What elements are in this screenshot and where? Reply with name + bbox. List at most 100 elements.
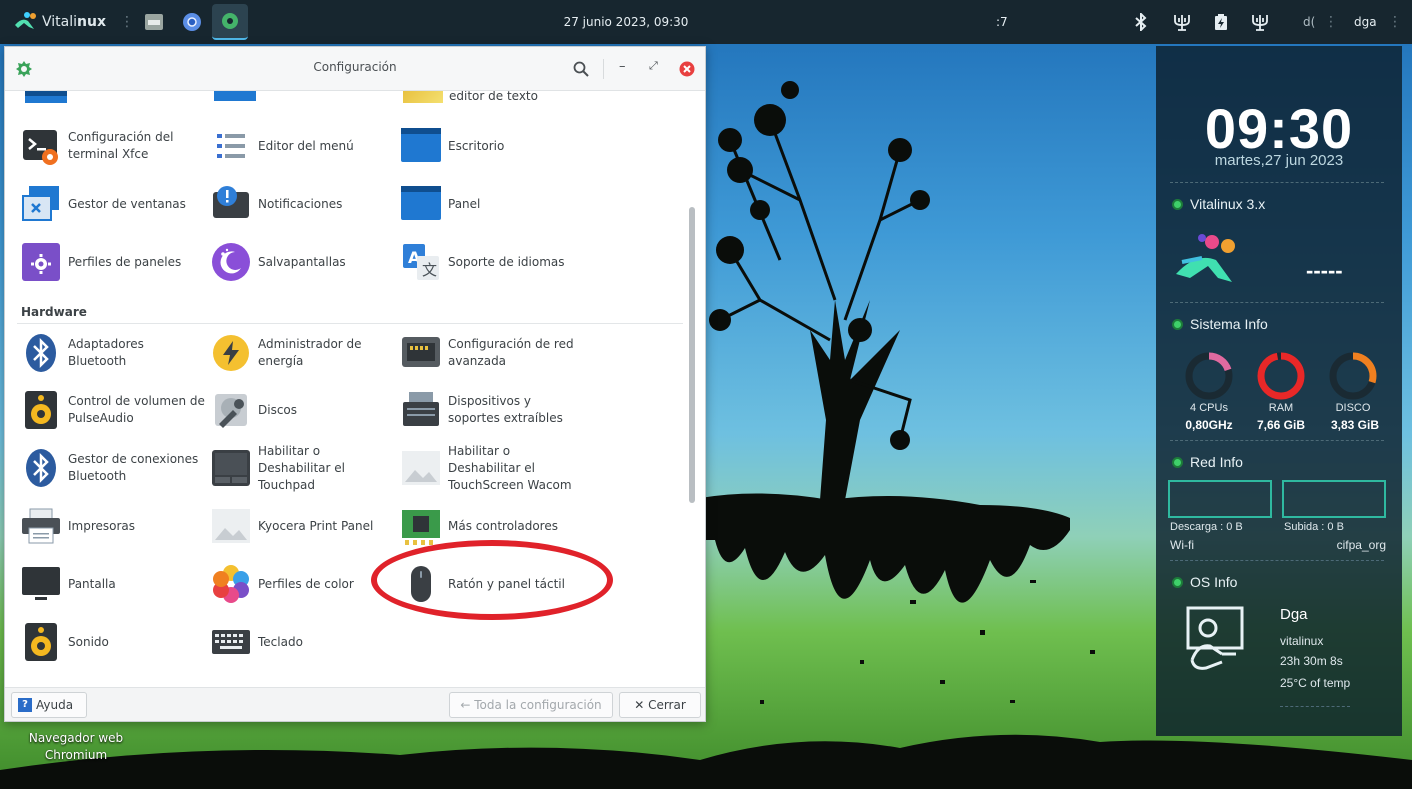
panel-separator: ⋮ bbox=[120, 14, 134, 30]
settings-item-perfiles-de-color[interactable]: Perfiles de color bbox=[211, 559, 395, 609]
settings-item-perfiles-de-paneles[interactable]: Perfiles de paneles bbox=[21, 237, 205, 287]
network-icon[interactable] bbox=[1172, 12, 1192, 32]
network-section-title: Red Info bbox=[1172, 454, 1243, 470]
menu-editor-icon bbox=[211, 126, 251, 166]
launcher-label-line2: Chromium bbox=[44, 748, 108, 762]
settings-item-panel[interactable]: Panel bbox=[401, 179, 585, 229]
text-editor-item[interactable]: editor de texto bbox=[449, 91, 538, 121]
panel-profiles-icon bbox=[21, 242, 61, 282]
speaker-icon bbox=[21, 390, 61, 430]
settings-item-salvapantallas[interactable]: Salvapantallas bbox=[211, 237, 395, 287]
minimize-icon[interactable]: – bbox=[619, 59, 626, 74]
settings-item-label: Habilitar o Deshabilitar el TouchScreen … bbox=[448, 443, 572, 492]
settings-item-habilitar-o-deshabilitar-el-touchscreen-wacom[interactable]: Habilitar o Deshabilitar el TouchScreen … bbox=[401, 443, 585, 493]
scrollbar[interactable] bbox=[689, 143, 695, 687]
cut-off-item-icon[interactable] bbox=[214, 91, 256, 101]
system-section-title: Sistema Info bbox=[1172, 316, 1268, 332]
all-settings-button[interactable]: ← Toda la configuración bbox=[449, 692, 613, 718]
cut-off-item-icon[interactable] bbox=[25, 91, 67, 103]
settings-item-escritorio[interactable]: Escritorio bbox=[401, 121, 585, 171]
os-dashes: ----- bbox=[1306, 258, 1343, 283]
panel-icon bbox=[401, 184, 441, 224]
chromium-launcher[interactable] bbox=[174, 4, 210, 40]
settings-item-configuracion-de-red-avanzada[interactable]: Configuración de red avanzada bbox=[401, 328, 585, 378]
launcher-label-line1: Navegador web bbox=[28, 731, 124, 745]
settings-item-label: Configuración de red avanzada bbox=[448, 337, 574, 368]
panel-indicator-text: :7 bbox=[996, 15, 1008, 29]
user-teaching-icon bbox=[1186, 606, 1244, 670]
cpu-label: 4 CPUs bbox=[1190, 402, 1228, 414]
status-dot-icon bbox=[1172, 318, 1183, 330]
settings-item-label: Discos bbox=[258, 402, 298, 417]
settings-item-dispositivos-y-soportes-extraibles[interactable]: Dispositivos y soportes extraíbles bbox=[401, 385, 585, 435]
search-icon[interactable] bbox=[573, 61, 589, 77]
network-icon[interactable] bbox=[1250, 12, 1270, 32]
close-button[interactable]: ✕ Cerrar bbox=[619, 692, 701, 718]
settings-item-label: Kyocera Print Panel bbox=[258, 518, 374, 533]
close-icon[interactable] bbox=[679, 61, 695, 77]
download-value: Descarga : 0 B bbox=[1170, 521, 1243, 533]
scroll-thumb[interactable] bbox=[689, 207, 695, 503]
settings-item-editor-del-menu[interactable]: Editor del menú bbox=[211, 121, 395, 171]
image-placeholder-icon bbox=[401, 448, 441, 488]
app-menu-button[interactable]: Vitalinux bbox=[12, 0, 106, 44]
upload-graph bbox=[1282, 480, 1386, 518]
file-manager-launcher[interactable] bbox=[136, 4, 172, 40]
settings-item-control-de-volumen-de-pulseaudio[interactable]: Control de volumen de PulseAudio bbox=[21, 385, 205, 435]
text-editor-icon[interactable] bbox=[403, 91, 443, 103]
removable-drive-icon bbox=[401, 390, 441, 430]
settings-item-kyocera-print-panel[interactable]: Kyocera Print Panel bbox=[211, 501, 395, 551]
settings-item-label: Gestor de conexiones Bluetooth bbox=[68, 452, 199, 483]
disk-value: 3,83 GiB bbox=[1330, 418, 1380, 432]
settings-item-pantalla[interactable]: Pantalla bbox=[21, 559, 205, 609]
settings-item-discos[interactable]: Discos bbox=[211, 385, 395, 435]
settings-task-button[interactable] bbox=[212, 4, 248, 40]
keyboard-icon bbox=[211, 622, 251, 662]
window-titlebar[interactable]: Configuración – ⤢ bbox=[5, 47, 705, 91]
window-manager-icon bbox=[21, 184, 61, 224]
settings-item-label: Administrador de energía bbox=[258, 337, 362, 368]
user-menu[interactable]: dga bbox=[1354, 0, 1377, 44]
settings-item-label: Perfiles de paneles bbox=[68, 254, 182, 269]
settings-item-soporte-de-idiomas[interactable]: A 文 Soporte de idiomas bbox=[401, 237, 585, 287]
status-dot-icon bbox=[1172, 576, 1183, 588]
battery-icon[interactable] bbox=[1214, 13, 1228, 31]
panel-clock[interactable]: 27 junio 2023, 09:30 bbox=[556, 0, 696, 44]
svg-text:文: 文 bbox=[422, 261, 437, 279]
settings-item-impresoras[interactable]: Impresoras bbox=[21, 501, 205, 551]
disk-label: DISCO bbox=[1335, 402, 1371, 414]
chromium-desktop-launcher[interactable]: Navegador web Chromium bbox=[14, 730, 138, 764]
settings-item-gestor-de-ventanas[interactable]: Gestor de ventanas bbox=[21, 179, 205, 229]
settings-item-sonido[interactable]: Sonido bbox=[21, 617, 205, 667]
desktop-icon bbox=[401, 126, 441, 166]
osinfo-temp: 25°C of temp bbox=[1280, 676, 1351, 690]
settings-item-gestor-de-conexiones-bluetooth[interactable]: Gestor de conexiones Bluetooth bbox=[21, 443, 205, 493]
speaker-icon bbox=[21, 622, 61, 662]
settings-item-label: Editor del menú bbox=[258, 138, 354, 153]
bluetooth-icon[interactable] bbox=[1134, 13, 1148, 31]
settings-item-label: Control de volumen de PulseAudio bbox=[68, 394, 205, 425]
window-title: Configuración bbox=[313, 60, 397, 74]
settings-item-teclado[interactable]: Teclado bbox=[211, 617, 395, 667]
settings-item-adaptadores-bluetooth[interactable]: Adaptadores Bluetooth bbox=[21, 328, 205, 378]
settings-item-habilitar-o-deshabilitar-el-touchpad[interactable]: Habilitar o Deshabilitar el Touchpad bbox=[211, 443, 395, 493]
settings-item-administrador-de-energia[interactable]: Administrador de energía bbox=[211, 328, 395, 378]
bluetooth-icon bbox=[21, 448, 61, 488]
titlebar-separator bbox=[603, 59, 604, 79]
system-gauges bbox=[1185, 352, 1377, 400]
screensaver-icon bbox=[211, 242, 251, 282]
chromium-icon bbox=[183, 13, 201, 31]
divider bbox=[1170, 560, 1384, 561]
maximize-icon[interactable]: ⤢ bbox=[649, 59, 658, 73]
settings-item-configuracion-del-terminal-xfce[interactable]: Configuración del terminal Xfce bbox=[21, 121, 205, 171]
help-button-label: Ayuda bbox=[36, 698, 74, 712]
conky-date: martes,27 jun 2023 bbox=[1214, 152, 1344, 169]
settings-item-label: Escritorio bbox=[448, 138, 505, 153]
settings-item-label: Soporte de idiomas bbox=[448, 254, 565, 269]
settings-item-label: Salvapantallas bbox=[258, 254, 346, 269]
settings-item-notificaciones[interactable]: Notificaciones bbox=[211, 179, 395, 229]
help-button[interactable]: ? Ayuda bbox=[11, 692, 87, 718]
user-fragment: d( bbox=[1303, 15, 1316, 29]
download-graph bbox=[1168, 480, 1272, 518]
file-manager-icon bbox=[145, 14, 163, 30]
